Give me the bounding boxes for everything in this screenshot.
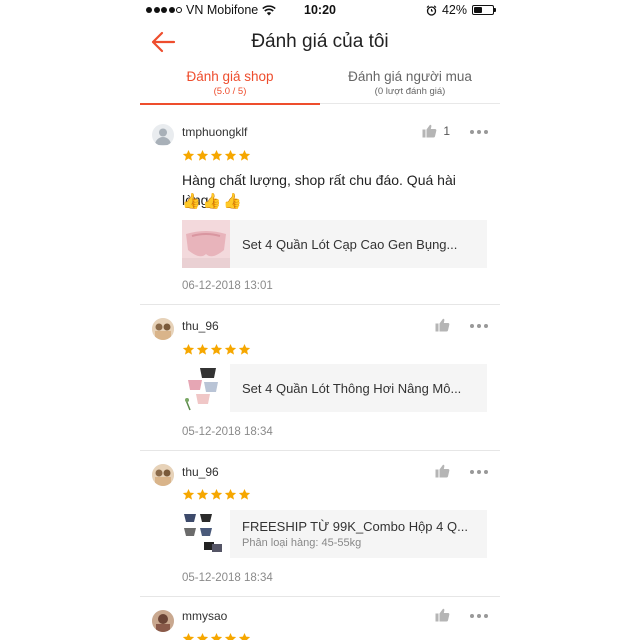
reviewer-name: mmysao [182,609,228,623]
more-options-button[interactable] [470,323,488,329]
thumbs-up-emoji-icon: 👍 [202,193,222,210]
thumbs-up-icon [435,464,450,478]
rating-stars [182,343,251,356]
tab-buyer-reviews[interactable]: Đánh giá người mua (0 lượt đánh giá) [320,64,500,104]
thumbs-up-icon [435,318,450,332]
app-screen: VN Mobifone 10:20 42% Đánh giá của tôi Đ… [140,0,500,640]
thumbs-up-icon [422,124,437,138]
product-thumbnail [182,220,230,268]
thumbs-up-icon [435,608,450,622]
like-button[interactable]: 1 [422,124,450,138]
star-icon [182,632,195,640]
like-button[interactable] [435,318,450,332]
star-icon [238,488,251,500]
star-icon [182,488,195,500]
battery-icon [472,5,496,15]
avatar [152,610,174,632]
review-date: 05-12-2018 18:34 [182,426,273,438]
user-placeholder-icon [155,128,171,145]
star-icon [196,343,209,355]
star-icon [210,488,223,500]
star-icon [196,632,209,640]
thumbs-up-emoji-icon: 👍 [223,193,243,210]
tab-label: Đánh giá người mua [348,69,472,84]
review-item: tmphuongklf 1 Hàng chất lượng, shop rất … [140,112,500,305]
star-icon [224,632,237,640]
star-icon [196,149,209,161]
star-icon [224,343,237,355]
star-icon [238,149,251,161]
rating-stars [182,149,251,162]
thumbs-up-emoji-icon: 👍 [182,193,201,210]
product-thumbnail [182,364,230,412]
star-icon [238,632,251,640]
review-date: 05-12-2018 18:34 [182,572,273,584]
star-icon [224,149,237,161]
star-icon [210,632,223,640]
like-button[interactable] [435,464,450,478]
like-button[interactable] [435,608,450,622]
emoji-row: 👍 👍 👍 [182,192,242,210]
tab-shop-reviews[interactable]: Đánh giá shop (5.0 / 5) [140,64,320,105]
star-icon [238,343,251,355]
product-name: Set 4 Quần Lót Cạp Cao Gen Bụng... [242,236,458,252]
avatar [152,464,174,486]
star-icon [210,149,223,161]
product-name: FREESHIP TỪ 99K_Combo Hộp 4 Q... [242,519,468,534]
rating-stars [182,632,251,640]
tab-sublabel: (5.0 / 5) [213,86,247,97]
tab-label: Đánh giá shop [186,69,274,84]
like-count: 1 [443,124,450,138]
product-thumbnail [182,510,230,558]
product-card[interactable]: FREESHIP TỪ 99K_Combo Hộp 4 Q... Phân lo… [182,510,487,558]
product-variant: Phân loại hàng: 45-55kg [242,537,362,549]
battery-percent: 42% [441,3,467,17]
rating-stars [182,488,251,501]
avatar [152,124,174,146]
review-date: 06-12-2018 13:01 [182,280,273,292]
more-options-button[interactable] [470,613,488,619]
reviewer-name: tmphuongklf [182,125,248,139]
star-icon [182,343,195,355]
tab-sublabel: (0 lượt đánh giá) [374,86,446,97]
review-item: thu_96 FREESHIP TỪ 99K_Combo Hộp 4 Q... … [140,452,500,597]
alarm-clock-icon [426,4,437,16]
star-icon [210,343,223,355]
active-tab-indicator [140,103,320,105]
product-card[interactable]: Set 4 Quần Lót Cạp Cao Gen Bụng... [182,220,487,268]
product-card[interactable]: Set 4 Quần Lót Thông Hơi Nâng Mô... [182,364,487,412]
tab-bar: Đánh giá shop (5.0 / 5) Đánh giá người m… [140,64,500,105]
star-icon [196,488,209,500]
nav-bar: Đánh giá của tôi [140,22,500,62]
page-title: Đánh giá của tôi [251,31,389,52]
more-options-button[interactable] [470,129,488,135]
review-item: mmysao [140,598,500,640]
review-item: thu_96 Set 4 Quần Lót Thông Hơi Nâng Mô.… [140,306,500,451]
status-bar: VN Mobifone 10:20 42% [140,0,500,20]
reviewer-name: thu_96 [182,465,219,479]
star-icon [224,488,237,500]
more-options-button[interactable] [470,469,488,475]
reviewer-name: thu_96 [182,319,219,333]
avatar [152,318,174,340]
star-icon [182,149,195,161]
product-name: Set 4 Quần Lót Thông Hơi Nâng Mô... [242,380,462,396]
